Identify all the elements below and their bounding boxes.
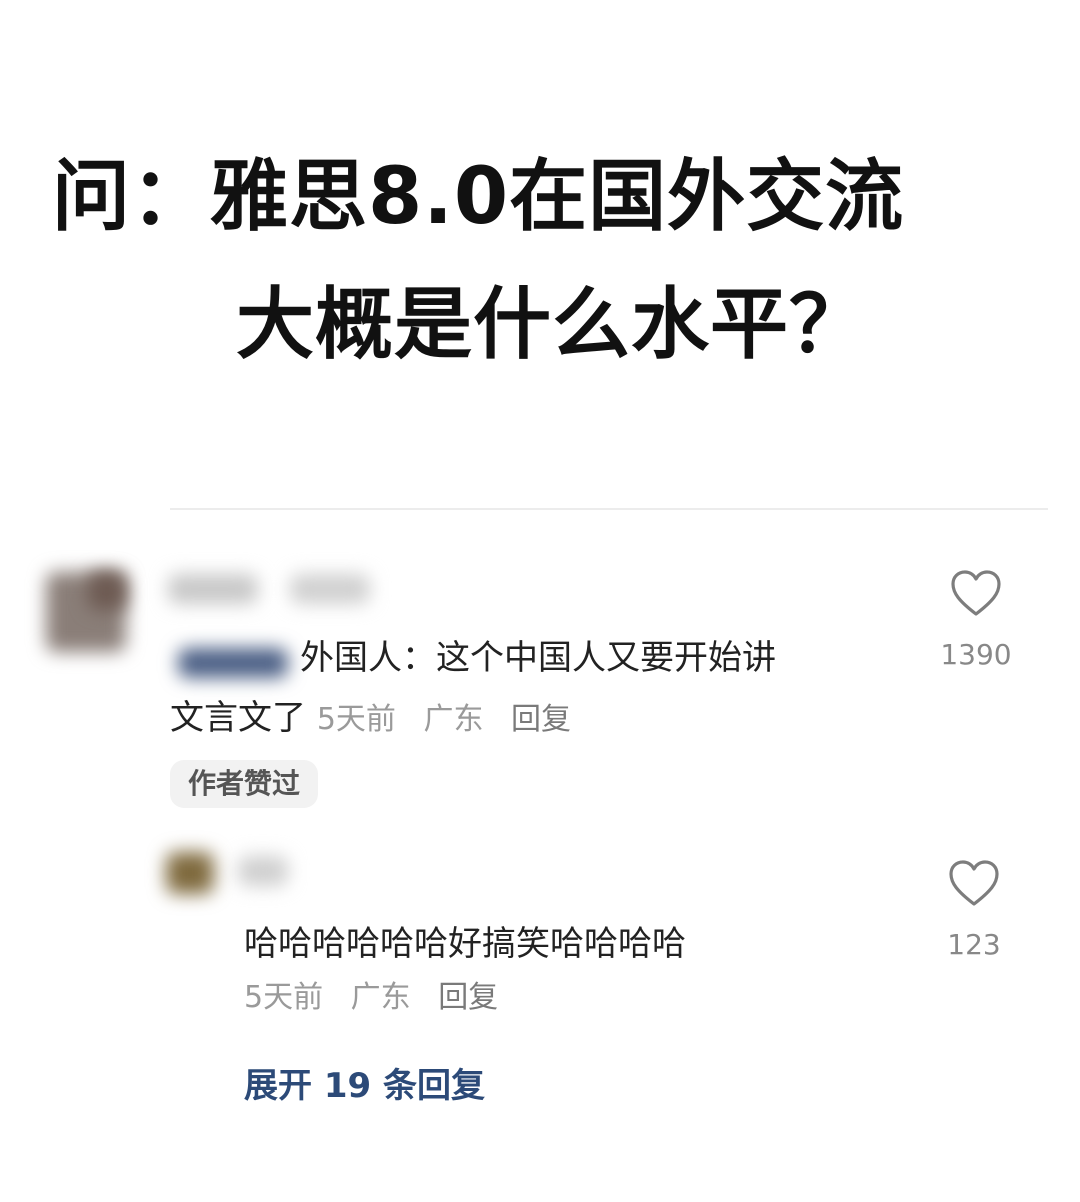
comment-time: 5天前 [316,702,396,737]
user-tag [290,574,370,604]
username[interactable] [238,856,288,886]
mention[interactable] [178,648,288,678]
author-liked-badge: 作者赞过 [170,760,319,808]
comment-location: 广东 [350,980,411,1015]
reply-button[interactable]: 回复 [438,980,498,1015]
comment-location: 广东 [423,702,484,737]
like-button[interactable]: 1390 [936,568,1016,671]
comment-text-line-2-with-meta: 文言文了 5天前 广东 回复 [170,696,571,742]
heart-outline-icon [949,860,999,906]
like-count: 1390 [940,638,1012,671]
avatar[interactable] [166,852,214,894]
avatar-detail [88,572,126,610]
comment-time: 5天前 [244,980,324,1015]
comment-text-line-1: 外国人：这个中国人又要开始讲 [300,638,776,678]
like-button[interactable]: 123 [934,858,1014,961]
comment-meta: 5天前 广东 回复 [244,976,498,1020]
question-line-2: 大概是什么水平？ [236,280,869,370]
question-line-1: 问：雅思8.0在国外交流 [52,152,905,242]
divider [170,508,1048,510]
comment-screenshot: 问：雅思8.0在国外交流 大概是什么水平？ 外国人：这个中国人又要开始讲 文言文… [0,0,1080,1202]
like-count: 123 [947,928,1001,961]
username[interactable] [168,574,258,604]
heart-outline-icon [951,570,1001,616]
expand-replies-button[interactable]: 展开 19 条回复 [244,1058,485,1107]
comment-meta: 5天前 广东 回复 [317,702,571,737]
comment-text: 哈哈哈哈哈哈好搞笑哈哈哈哈 [244,924,686,964]
reply-button[interactable]: 回复 [511,702,571,737]
comment-text-line-2: 文言文了 [170,698,306,738]
